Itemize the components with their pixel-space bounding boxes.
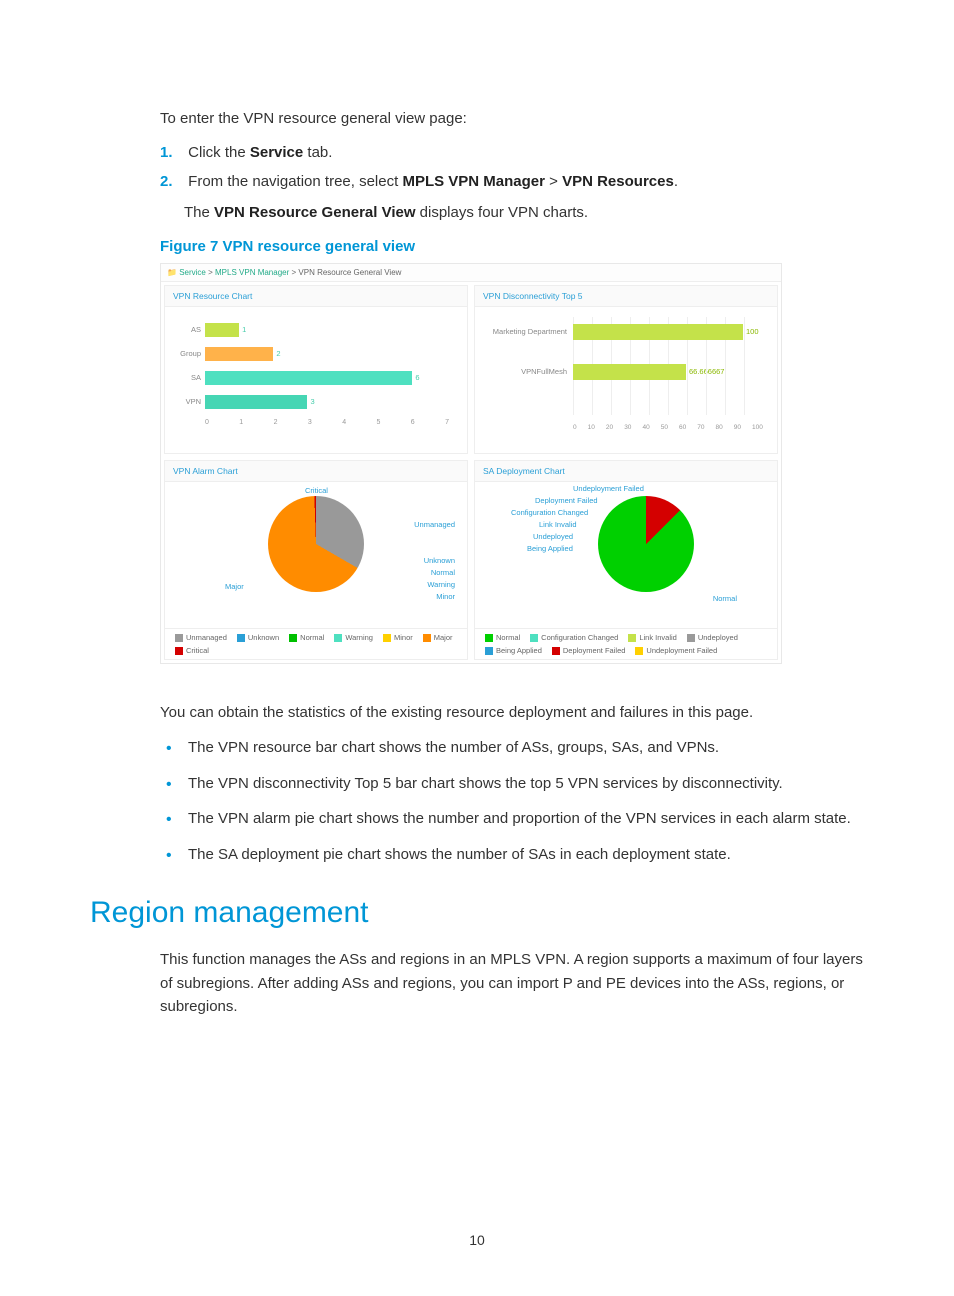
pie-icon [598,496,694,592]
step-2: 2. From the navigation tree, select MPLS… [160,173,864,190]
list-item: The VPN alarm pie chart shows the number… [160,808,864,831]
breadcrumb-current: VPN Resource General View [298,268,401,277]
panel-vpn-disconnect: VPN Disconnectivity Top 5 Marketing Depa… [474,285,778,454]
sa-deployment-chart: Undeployment Failed Deployment Failed Co… [475,482,777,628]
pie-icon [268,496,364,592]
steps-list: 1. Click the Service tab. 2. From the na… [160,144,864,190]
page-number: 10 [0,1232,954,1248]
panel-title: SA Deployment Chart [475,461,777,482]
breadcrumb: 📁 Service > MPLS VPN Manager > VPN Resou… [161,264,781,282]
feature-bullets: The VPN resource bar chart shows the num… [160,737,864,866]
breadcrumb-mpls[interactable]: MPLS VPN Manager [215,268,289,277]
figure-caption: Figure 7 VPN resource general view [160,238,864,255]
section-heading: Region management [90,896,864,930]
intro-text: To enter the VPN resource general view p… [160,108,864,130]
folder-icon: 📁 [167,268,177,277]
breadcrumb-service[interactable]: Service [179,268,206,277]
vpn-disconnect-chart: Marketing Department100 VPNFullMesh66.66… [475,307,777,437]
panel-vpn-resource: VPN Resource Chart AS1 Group2 SA6 VPN3 0… [164,285,468,454]
vpn-alarm-chart: Critical Unmanaged Unknown Normal Warnin… [165,482,467,628]
panel-title: VPN Disconnectivity Top 5 [475,286,777,307]
panel-title: VPN Alarm Chart [165,461,467,482]
panel-sa-deployment: SA Deployment Chart Undeployment Failed … [474,460,778,660]
chart-legend: Unmanaged Unknown Normal Warning Minor M… [165,628,467,659]
list-item: The VPN disconnectivity Top 5 bar chart … [160,773,864,796]
after-figure-text: You can obtain the statistics of the exi… [160,702,864,724]
step-subtext: The VPN Resource General View displays f… [184,202,864,224]
list-item: The SA deployment pie chart shows the nu… [160,844,864,867]
step-1: 1. Click the Service tab. [160,144,864,161]
panel-vpn-alarm: VPN Alarm Chart Critical Unmanaged Unkno… [164,460,468,660]
list-item: The VPN resource bar chart shows the num… [160,737,864,760]
figure-screenshot: 📁 Service > MPLS VPN Manager > VPN Resou… [160,263,782,664]
step-number: 1. [160,144,184,161]
section-body: This function manages the ASs and region… [160,948,864,1018]
vpn-resource-chart: AS1 Group2 SA6 VPN3 01234567 [171,315,461,428]
step-number: 2. [160,173,184,190]
panel-title: VPN Resource Chart [165,286,467,307]
chart-legend: Normal Configuration Changed Link Invali… [475,628,777,659]
